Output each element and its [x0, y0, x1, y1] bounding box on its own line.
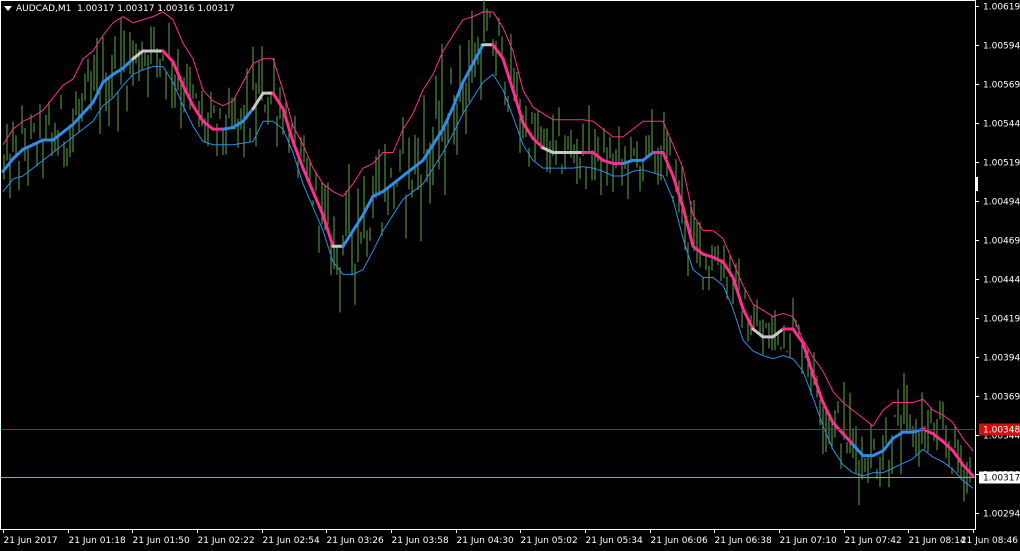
y-tick-label: 1.00594 [983, 42, 1020, 52]
x-tick-label: 21 Jun 02:54 [263, 536, 320, 546]
chart-header: AUDCAD,M1 1.00317 1.00317 1.00316 1.0031… [4, 4, 235, 14]
x-tick-label: 21 Jun 01:50 [133, 536, 190, 546]
y-tick-label: 1.00294 [983, 510, 1020, 520]
trend-segment [221, 126, 235, 131]
y-tick-label: 1.00394 [983, 354, 1020, 364]
y-tick-label: 1.00519 [983, 159, 1020, 169]
x-tick-label: 21 Jun 07:42 [845, 536, 902, 546]
y-tick-label: 1.00619 [983, 3, 1020, 13]
x-tick-label: 21 Jun 05:34 [586, 536, 643, 546]
time-axis: 21 Jun 2017 21 Jun 01:18 21 Jun 01:50 21 Ju… [3, 529, 1018, 546]
y-tick-label: 1.00444 [983, 276, 1020, 286]
y-tick-label: 1.00494 [983, 198, 1020, 208]
x-tick-label: 21 Jun 06:38 [715, 536, 772, 546]
x-tick-label: 21 Jun 2017 [4, 536, 58, 546]
y-tick-label: 1.00369 [983, 393, 1020, 403]
x-tick-label: 21 Jun 01:18 [69, 536, 126, 546]
x-tick-label: 21 Jun 06:06 [651, 536, 708, 546]
y-tick-label: 1.00544 [983, 120, 1020, 130]
x-tick-label: 21 Jun 05:02 [521, 536, 578, 546]
plot-frame [0, 0, 976, 530]
ask-price-label: 1.00348 [983, 426, 1020, 436]
price-chart[interactable]: 1.00619 1.00594 1.00569 1.00544 1.00519 1.004… [0, 0, 1020, 551]
y-tick-label: 1.00569 [983, 81, 1020, 91]
dropdown-triangle-icon[interactable] [4, 6, 12, 11]
x-tick-label: 21 Jun 02:22 [198, 536, 255, 546]
symbol-label: AUDCAD,M1 [16, 4, 72, 14]
x-tick-label: 21 Jun 08:46 [961, 536, 1018, 546]
y-tick-label: 1.00419 [983, 315, 1020, 325]
bid-price-label: 1.00317 [983, 474, 1020, 484]
price-axis: 1.00619 1.00594 1.00569 1.00544 1.00519 1.004… [975, 3, 1020, 520]
x-tick-label: 21 Jun 04:30 [457, 536, 514, 546]
x-tick-label: 21 Jun 08:14 [909, 536, 966, 546]
scroll-marker[interactable] [976, 177, 978, 191]
y-tick-label: 1.00469 [983, 237, 1020, 247]
x-tick-label: 21 Jun 07:10 [780, 536, 837, 546]
ohlc-values: 1.00317 1.00317 1.00316 1.00317 [77, 4, 235, 14]
x-tick-label: 21 Jun 03:26 [327, 536, 384, 546]
x-tick-label: 21 Jun 03:58 [392, 536, 449, 546]
